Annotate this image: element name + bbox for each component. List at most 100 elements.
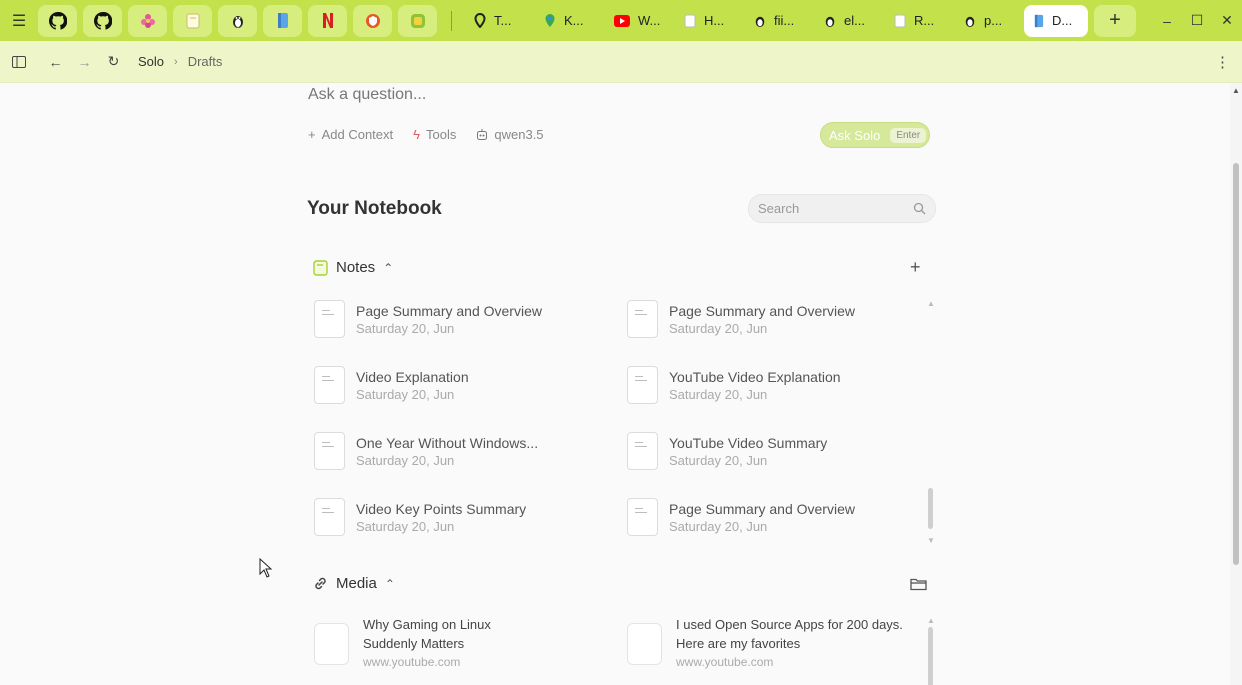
note-item[interactable]: YouTube Video Explanation Saturday 20, Ju… xyxy=(627,365,927,405)
tab-item[interactable]: T... xyxy=(464,5,534,37)
note-title: YouTube Video Summary xyxy=(669,434,828,451)
note-title: Page Summary and Overview xyxy=(356,302,542,319)
tab-item[interactable]: fii... xyxy=(744,5,814,37)
scroll-up-icon[interactable]: ▲ xyxy=(1232,86,1240,95)
tab-item-active[interactable]: D... xyxy=(1024,4,1088,37)
plus-icon: + xyxy=(910,257,921,277)
media-item-title-line2: Here are my favorites xyxy=(676,636,801,651)
tab-label: D... xyxy=(1052,13,1073,28)
media-thumbnail xyxy=(627,623,662,665)
pinned-tab-app[interactable] xyxy=(398,4,437,37)
media-item-title-line1: Why Gaming on Linux xyxy=(363,617,491,632)
maximize-icon[interactable]: ☐ xyxy=(1182,12,1212,29)
lightning-icon: ϟ xyxy=(413,127,421,142)
note-date: Saturday 20, Jun xyxy=(669,320,768,336)
scroll-up-icon[interactable]: ▲ xyxy=(927,616,935,625)
page-scrollbar[interactable]: ▲ xyxy=(1230,83,1242,685)
model-selector[interactable]: qwen3.5 xyxy=(476,127,544,142)
scroll-down-icon[interactable]: ▼ xyxy=(927,536,935,545)
pinned-tab-github[interactable] xyxy=(38,4,77,37)
new-tab-button[interactable]: + xyxy=(1094,4,1136,37)
chevron-up-icon[interactable]: ⌃ xyxy=(385,577,395,591)
note-title: Video Explanation xyxy=(356,368,469,385)
notes-scrollbar[interactable] xyxy=(928,488,933,529)
note-item[interactable]: Video Explanation Saturday 20, Jun xyxy=(314,365,614,405)
search-icon xyxy=(913,202,926,215)
note-date: Saturday 20, Jun xyxy=(669,386,768,402)
tab-label: T... xyxy=(494,13,512,28)
notebook-search[interactable] xyxy=(748,194,936,223)
pinned-tab-flower[interactable] xyxy=(128,4,167,37)
tab-item[interactable]: p... xyxy=(954,5,1024,37)
note-icon xyxy=(684,14,696,27)
open-folder-button[interactable] xyxy=(910,575,927,596)
pinned-tabs xyxy=(38,4,437,37)
minimize-icon[interactable]: – xyxy=(1152,13,1182,29)
add-context-button[interactable]: + Add Context xyxy=(308,127,393,142)
pinned-tab-github-2[interactable] xyxy=(83,4,122,37)
note-date: Saturday 20, Jun xyxy=(356,518,455,534)
tab-item[interactable]: R... xyxy=(884,5,954,37)
scroll-up-icon[interactable]: ▲ xyxy=(927,299,935,308)
tab-item[interactable]: el... xyxy=(814,5,884,37)
more-options-icon[interactable]: ⋮ xyxy=(1215,53,1230,71)
tab-label: W... xyxy=(638,13,661,28)
tab-item[interactable]: H... xyxy=(674,5,744,37)
tab-label: el... xyxy=(844,13,865,28)
tab-label: R... xyxy=(914,13,935,28)
sidebar-toggle-icon[interactable] xyxy=(4,41,33,83)
media-title: Media xyxy=(336,575,377,592)
breadcrumb-root[interactable]: Solo xyxy=(138,54,164,69)
add-context-label: Add Context xyxy=(321,127,394,142)
pinned-tab-book[interactable] xyxy=(263,4,302,37)
search-input[interactable] xyxy=(758,201,898,216)
media-item-title-line2: Suddenly Matters xyxy=(363,636,465,651)
media-section-header[interactable]: Media ⌃ xyxy=(313,575,395,592)
note-item[interactable]: One Year Without Windows... Saturday 20, … xyxy=(314,431,614,471)
note-item[interactable]: Page Summary and Overview Saturday 20, Ju… xyxy=(314,299,614,339)
media-item[interactable]: Why Gaming on Linux Suddenly Matters www… xyxy=(314,615,614,669)
netflix-icon xyxy=(322,13,333,28)
tab-bar: ☰ T... K... W... H... fii... el... R... … xyxy=(0,0,1242,41)
close-icon[interactable]: ✕ xyxy=(1212,12,1242,29)
tab-item[interactable]: K... xyxy=(534,5,604,37)
pin-icon xyxy=(474,13,486,28)
pinned-tab-netflix[interactable] xyxy=(308,4,347,37)
folder-icon xyxy=(910,578,927,591)
note-item[interactable]: Page Summary and Overview Saturday 20, Ju… xyxy=(627,497,927,537)
app-icon xyxy=(410,13,425,28)
ask-solo-button[interactable]: Ask Solo Enter xyxy=(820,122,930,148)
window-controls: – ☐ ✕ xyxy=(1152,0,1242,41)
forward-icon[interactable]: → xyxy=(70,41,99,83)
ask-solo-label: Ask Solo xyxy=(829,127,881,143)
tab-item[interactable]: W... xyxy=(604,5,674,37)
document-icon xyxy=(627,366,658,404)
reload-icon[interactable]: ↻ xyxy=(99,41,128,83)
note-date: Saturday 20, Jun xyxy=(669,452,768,468)
menu-icon[interactable]: ☰ xyxy=(0,0,38,41)
linux-icon xyxy=(232,15,243,28)
pinned-tab-shield[interactable] xyxy=(353,4,392,37)
notes-section-header[interactable]: Notes ⌃ xyxy=(313,259,393,276)
note-item[interactable]: Page Summary and Overview Saturday 20, Ju… xyxy=(627,299,927,339)
tools-button[interactable]: ϟ Tools xyxy=(413,127,456,142)
add-note-button[interactable]: + xyxy=(910,257,921,278)
linux-icon xyxy=(755,16,765,27)
media-item[interactable]: I used Open Source Apps for 200 days. He… xyxy=(627,615,927,669)
ask-tools: + Add Context ϟ Tools qwen3.5 xyxy=(308,127,544,142)
note-item[interactable]: YouTube Video Summary Saturday 20, Jun xyxy=(627,431,927,471)
note-item[interactable]: Video Key Points Summary Saturday 20, Jun xyxy=(314,497,614,537)
pinned-tab-notes[interactable] xyxy=(173,4,212,37)
linux-icon xyxy=(825,16,835,27)
breadcrumb-current[interactable]: Drafts xyxy=(188,54,223,69)
chevron-up-icon[interactable]: ⌃ xyxy=(383,261,393,275)
pinned-tab-linux[interactable] xyxy=(218,4,257,37)
ask-question-input[interactable]: Ask a question... xyxy=(308,86,426,104)
github-icon xyxy=(93,11,112,30)
note-date: Saturday 20, Jun xyxy=(356,386,455,402)
back-icon[interactable]: ← xyxy=(41,41,70,83)
page-scrollbar-thumb[interactable] xyxy=(1233,163,1239,565)
media-scrollbar[interactable] xyxy=(928,627,933,685)
note-title: Page Summary and Overview xyxy=(669,500,855,517)
note-date: Saturday 20, Jun xyxy=(356,320,455,336)
